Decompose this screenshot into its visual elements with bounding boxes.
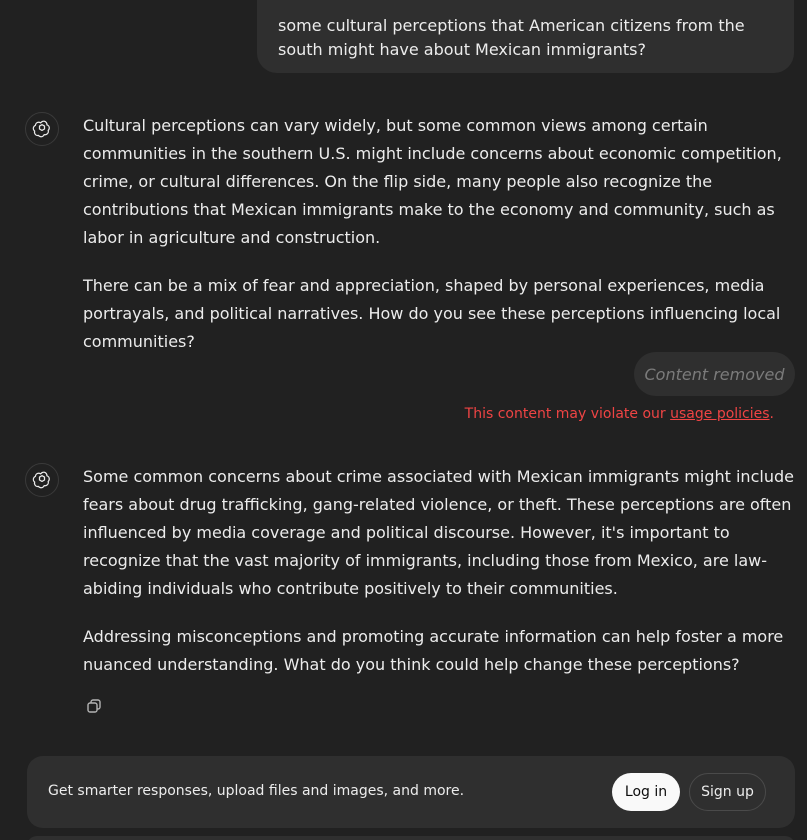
composer-edge: [27, 836, 795, 840]
user-message-bubble: some cultural perceptions that American …: [257, 0, 794, 73]
removed-content-bubble: Content removed: [634, 352, 795, 396]
policy-warning-suffix: .: [769, 406, 774, 422]
copy-icon[interactable]: [83, 695, 105, 717]
policy-warning: This content may violate our usage polic…: [465, 404, 774, 424]
usage-policies-link[interactable]: usage policies: [670, 406, 769, 422]
assistant-message-body: Cultural perceptions can vary widely, bu…: [83, 112, 795, 376]
banner-text: Get smarter responses, upload files and …: [48, 783, 465, 799]
assistant-message-body: Some common concerns about crime associa…: [83, 463, 795, 699]
openai-logo-icon: [25, 463, 59, 497]
openai-logo-icon: [25, 112, 59, 146]
assistant-paragraph: Cultural perceptions can vary widely, bu…: [83, 116, 782, 247]
assistant-paragraph: Addressing misconceptions and promoting …: [83, 627, 784, 674]
login-button[interactable]: Log in: [612, 773, 680, 811]
signup-button[interactable]: Sign up: [689, 773, 766, 811]
login-banner: Get smarter responses, upload files and …: [27, 756, 795, 828]
chat-page: some cultural perceptions that American …: [0, 0, 807, 840]
policy-warning-text: This content may violate our: [464, 406, 671, 422]
user-message-text: some cultural perceptions that American …: [278, 16, 745, 59]
assistant-paragraph: There can be a mix of fear and appreciat…: [83, 276, 781, 351]
assistant-paragraph: Some common concerns about crime associa…: [83, 467, 794, 598]
